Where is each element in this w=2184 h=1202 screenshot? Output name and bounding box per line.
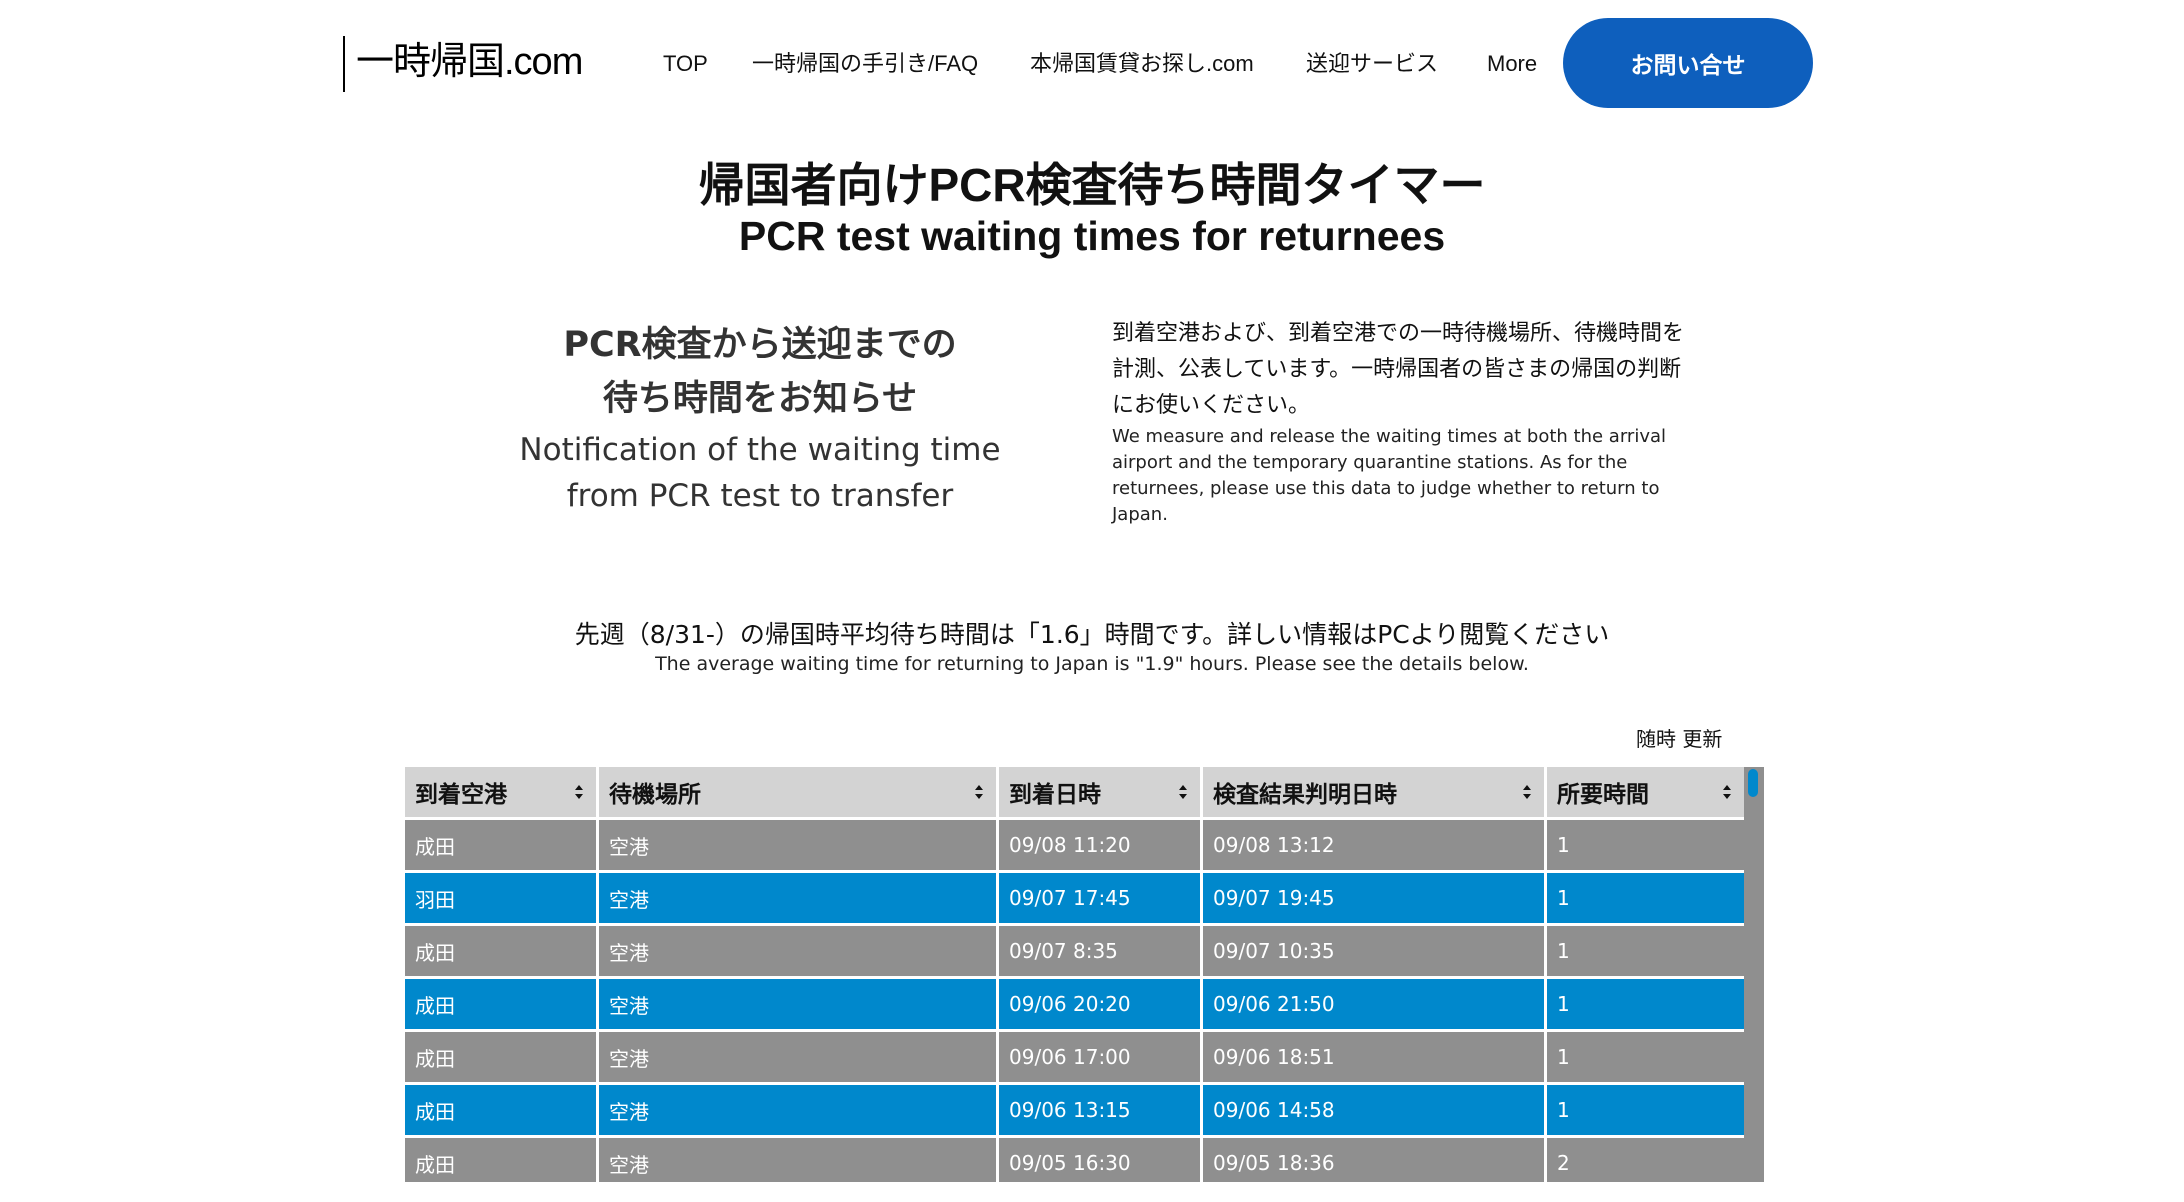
- intro-left-en-line2: from PCR test to transfer: [566, 478, 954, 514]
- logo-divider: [343, 36, 345, 92]
- nav-item-more[interactable]: More: [1487, 44, 1537, 84]
- sort-icon[interactable]: [1722, 784, 1732, 800]
- cell-waiting-location: 空港: [599, 873, 999, 923]
- cell-waiting-location: 空港: [599, 1085, 999, 1135]
- table-row[interactable]: 成田 空港 09/06 17:00 09/06 18:51 1: [405, 1032, 1744, 1085]
- sort-icon[interactable]: [1522, 784, 1532, 800]
- cell-result-datetime: 09/06 21:50: [1203, 979, 1547, 1029]
- cell-duration: 2: [1547, 1138, 1744, 1182]
- waiting-times-table: 到着空港 待機場所 到着日時 検査結果判明日時 所要時間 成田 空港 09/08 1…: [405, 767, 1764, 1182]
- cell-duration: 1: [1547, 1032, 1744, 1082]
- cell-duration: 1: [1547, 1085, 1744, 1135]
- cell-arrival-airport: 成田: [405, 820, 599, 870]
- cell-arrival-datetime: 09/05 16:30: [999, 1138, 1203, 1182]
- cell-arrival-airport: 成田: [405, 926, 599, 976]
- column-header-label: 到着空港: [415, 782, 507, 808]
- column-header-duration[interactable]: 所要時間: [1547, 767, 1744, 817]
- table-scrollbar[interactable]: [1744, 767, 1764, 1182]
- cell-result-datetime: 09/07 10:35: [1203, 926, 1547, 976]
- cell-arrival-datetime: 09/06 13:15: [999, 1085, 1203, 1135]
- intro-left-ja-line1: PCR検査から送迎までの: [563, 325, 957, 365]
- table-row[interactable]: 成田 空港 09/06 20:20 09/06 21:50 1: [405, 979, 1744, 1032]
- cell-arrival-airport: 羽田: [405, 873, 599, 923]
- table-row[interactable]: 成田 空港 09/08 11:20 09/08 13:12 1: [405, 820, 1744, 873]
- nav-item-transfer-service[interactable]: 送迎サービス: [1306, 44, 1438, 84]
- sort-icon[interactable]: [574, 784, 584, 800]
- page-title-en: PCR test waiting times for returnees: [738, 213, 1446, 259]
- cell-arrival-datetime: 09/06 20:20: [999, 979, 1203, 1029]
- page-title-ja: 帰国者向けPCR検査待ち時間タイマー: [698, 159, 1486, 211]
- intro-left-ja-line2: 待ち時間をお知らせ: [602, 379, 918, 419]
- average-notice-en: The average waiting time for returning t…: [655, 653, 1529, 675]
- cell-result-datetime: 09/05 18:36: [1203, 1138, 1547, 1182]
- cell-arrival-airport: 成田: [405, 1085, 599, 1135]
- cell-waiting-location: 空港: [599, 820, 999, 870]
- nav-item-guide-faq[interactable]: 一時帰国の手引き/FAQ: [752, 44, 978, 84]
- column-header-label: 到着日時: [1009, 782, 1101, 808]
- cell-arrival-airport: 成田: [405, 1032, 599, 1082]
- nav-item-rental-search[interactable]: 本帰国賃貸お探し.com: [1030, 44, 1254, 84]
- column-header-label: 検査結果判明日時: [1213, 782, 1397, 808]
- intro-right-ja: 到着空港および、到着空港での一時待機場所、待機時間を計測、公表しています。一時帰…: [1112, 321, 1685, 418]
- cell-result-datetime: 09/08 13:12: [1203, 820, 1547, 870]
- column-header-waiting-location[interactable]: 待機場所: [599, 767, 999, 817]
- cell-duration: 1: [1547, 979, 1744, 1029]
- cell-waiting-location: 空港: [599, 1138, 999, 1182]
- intro-left: PCR検査から送迎までの 待ち時間をお知らせ Notification of t…: [480, 318, 1040, 518]
- column-header-arrival-datetime[interactable]: 到着日時: [999, 767, 1203, 817]
- nav-item-top[interactable]: TOP: [663, 44, 708, 84]
- intro-right-en: We measure and release the waiting times…: [1112, 426, 1667, 525]
- cell-arrival-datetime: 09/06 17:00: [999, 1032, 1203, 1082]
- cell-result-datetime: 09/06 14:58: [1203, 1085, 1547, 1135]
- column-header-label: 所要時間: [1557, 782, 1649, 808]
- table-row[interactable]: 成田 空港 09/05 16:30 09/05 18:36 2: [405, 1138, 1744, 1182]
- table-row[interactable]: 羽田 空港 09/07 17:45 09/07 19:45 1: [405, 873, 1744, 926]
- scrollbar-thumb[interactable]: [1748, 769, 1758, 797]
- table-row[interactable]: 成田 空港 09/07 8:35 09/07 10:35 1: [405, 926, 1744, 979]
- cell-arrival-datetime: 09/08 11:20: [999, 820, 1203, 870]
- column-header-arrival-airport[interactable]: 到着空港: [405, 767, 599, 817]
- table-row[interactable]: 成田 空港 09/06 13:15 09/06 14:58 1: [405, 1085, 1744, 1138]
- sort-icon[interactable]: [974, 784, 984, 800]
- cell-duration: 1: [1547, 926, 1744, 976]
- cell-result-datetime: 09/06 18:51: [1203, 1032, 1547, 1082]
- cell-waiting-location: 空港: [599, 926, 999, 976]
- column-header-label: 待機場所: [609, 782, 701, 808]
- update-note: 随時 更新: [1636, 727, 1723, 751]
- sort-icon[interactable]: [1178, 784, 1188, 800]
- cell-result-datetime: 09/07 19:45: [1203, 873, 1547, 923]
- site-logo[interactable]: 一時帰国.com: [356, 34, 583, 90]
- cell-arrival-airport: 成田: [405, 979, 599, 1029]
- cell-duration: 1: [1547, 820, 1744, 870]
- table-header-row: 到着空港 待機場所 到着日時 検査結果判明日時 所要時間: [405, 767, 1744, 820]
- cell-arrival-airport: 成田: [405, 1138, 599, 1182]
- cell-waiting-location: 空港: [599, 1032, 999, 1082]
- intro-left-en-line1: Notification of the waiting time: [519, 432, 1001, 468]
- cell-waiting-location: 空港: [599, 979, 999, 1029]
- table-rows: 成田 空港 09/08 11:20 09/08 13:12 1 羽田 空港 09/07 17:…: [405, 820, 1744, 1182]
- cell-arrival-datetime: 09/07 8:35: [999, 926, 1203, 976]
- cell-arrival-datetime: 09/07 17:45: [999, 873, 1203, 923]
- average-notice-ja: 先週（8/31-）の帰国時平均待ち時間は「1.6」時間です。詳しい情報はPCより…: [574, 620, 1610, 649]
- intro-right: 到着空港および、到着空港での一時待機場所、待機時間を計測、公表しています。一時帰…: [1112, 316, 1692, 528]
- table-body: 到着空港 待機場所 到着日時 検査結果判明日時 所要時間 成田 空港 09/08 1…: [405, 767, 1744, 1182]
- column-header-result-datetime[interactable]: 検査結果判明日時: [1203, 767, 1547, 817]
- contact-button[interactable]: お問い合せ: [1563, 18, 1813, 108]
- cell-duration: 1: [1547, 873, 1744, 923]
